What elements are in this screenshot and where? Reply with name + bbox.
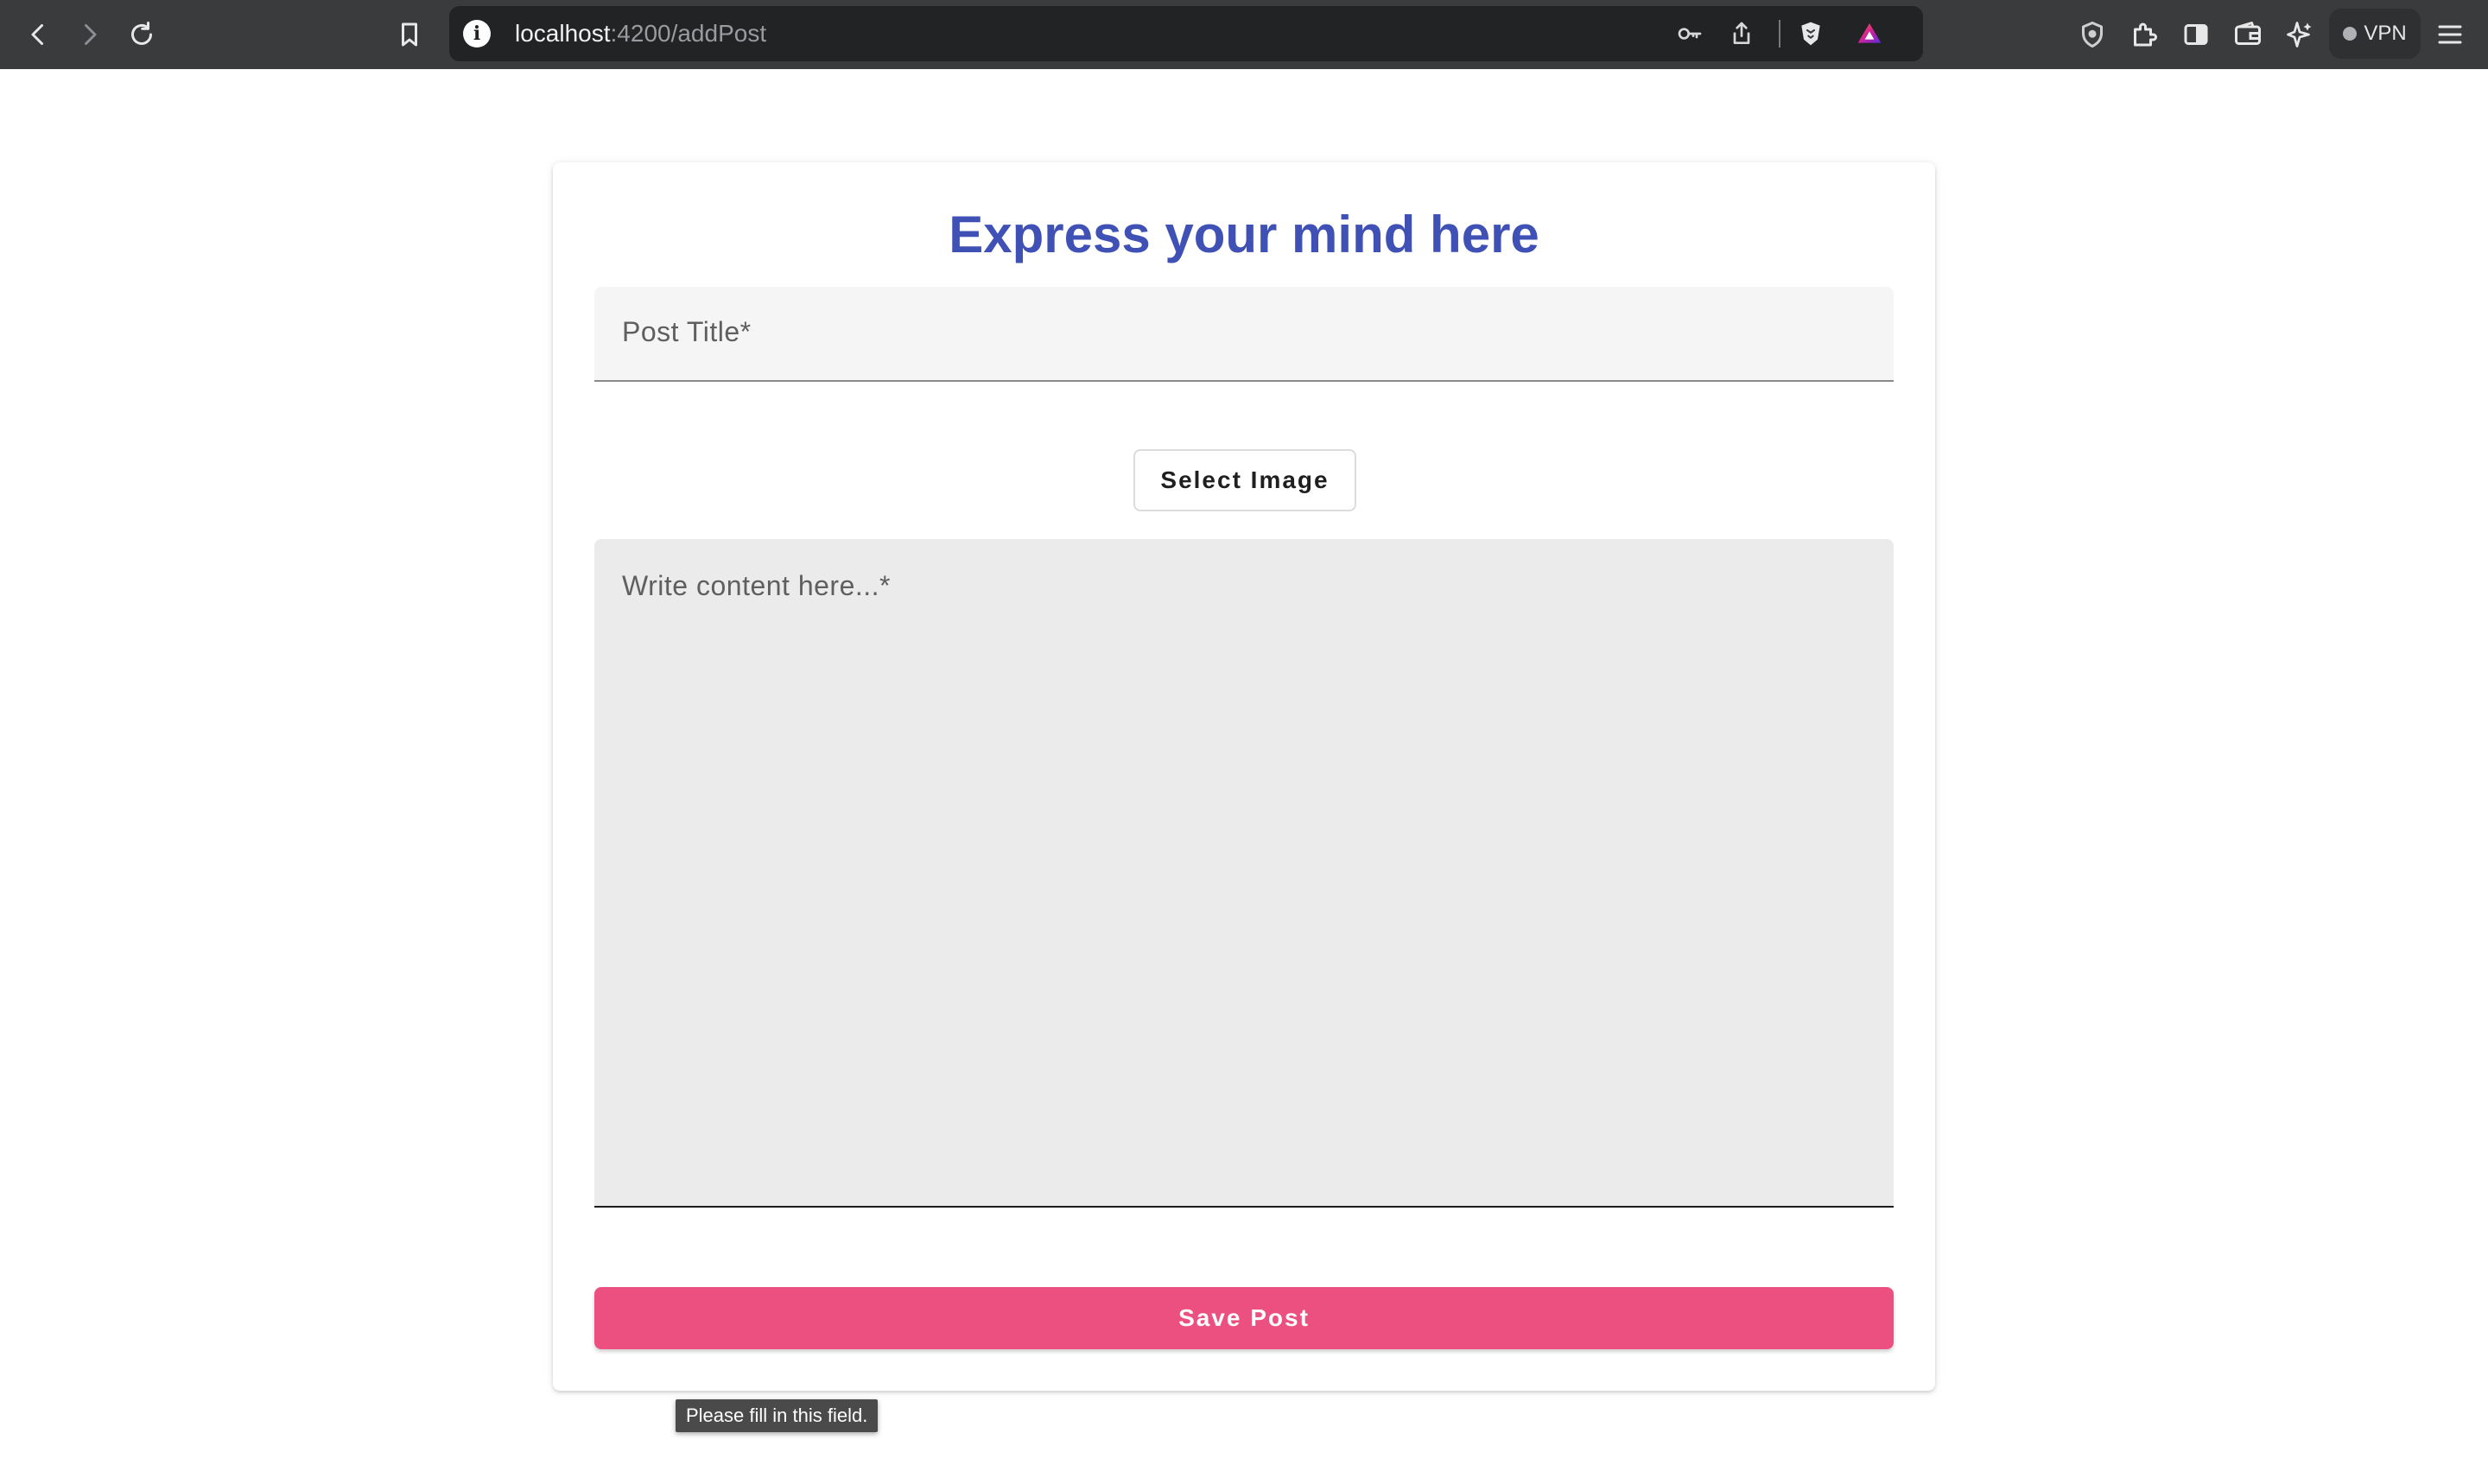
- back-arrow-icon[interactable]: [19, 16, 57, 54]
- key-icon[interactable]: [1674, 18, 1705, 49]
- add-post-card: Express your mind here Post Title* Selec…: [553, 162, 1935, 1432]
- share-icon[interactable]: [1726, 18, 1757, 49]
- content-label: Write content here...*: [622, 570, 891, 601]
- url-separator: [1779, 20, 1780, 48]
- info-icon[interactable]: i: [463, 20, 491, 48]
- vpn-label: VPN: [2364, 22, 2407, 45]
- sidebar-icon[interactable]: [2177, 16, 2215, 54]
- page-title: Express your mind here: [949, 206, 1539, 263]
- vpn-button[interactable]: VPN: [2329, 9, 2421, 59]
- sparkle-icon[interactable]: [2281, 16, 2319, 54]
- wallet-icon[interactable]: [2229, 16, 2267, 54]
- content-textarea[interactable]: Write content here...* Please fill in th…: [594, 539, 1894, 1432]
- post-title-label: Post Title*: [622, 316, 752, 347]
- select-image-button[interactable]: Select Image: [1133, 449, 1356, 511]
- vpn-status-dot: [2343, 27, 2358, 41]
- forward-arrow-icon[interactable]: [71, 16, 109, 54]
- reload-icon[interactable]: [123, 16, 161, 54]
- triangle-rewards-icon[interactable]: [1854, 18, 1885, 49]
- browser-toolbar: i localhost:4200/addPost VPN: [0, 0, 2488, 69]
- bookmark-icon[interactable]: [390, 16, 428, 54]
- shield-icon[interactable]: [2073, 16, 2111, 54]
- url-host: localhost: [515, 20, 611, 47]
- puzzle-icon[interactable]: [2125, 16, 2163, 54]
- url-text[interactable]: localhost:4200/addPost: [515, 20, 766, 48]
- address-bar[interactable]: i localhost:4200/addPost: [449, 6, 1923, 61]
- save-post-button[interactable]: Save Post: [594, 1287, 1894, 1349]
- url-path: :4200/addPost: [610, 20, 767, 47]
- lion-shield-icon[interactable]: [1795, 18, 1826, 49]
- post-title-field[interactable]: Post Title*: [594, 287, 1894, 382]
- hamburger-menu-icon[interactable]: [2431, 16, 2469, 54]
- validation-tooltip: Please fill in this field.: [676, 1399, 879, 1432]
